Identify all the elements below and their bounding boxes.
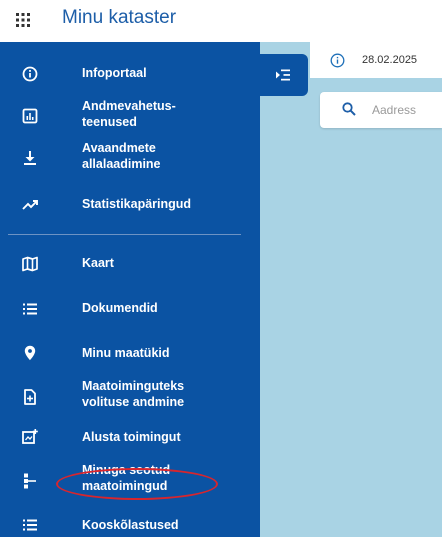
- sidebar-divider: [8, 234, 241, 235]
- download-icon: [21, 149, 39, 167]
- sidebar-item-label-line2: allalaadimine: [82, 157, 161, 171]
- sidebar: Infoportaal Andmevahetus- teenused Avaan…: [0, 42, 260, 537]
- info-bar: 28.02.2025: [310, 42, 442, 78]
- screen-plus-icon: [21, 428, 39, 446]
- sidebar-item-label: Infoportaal: [82, 66, 147, 80]
- sidebar-item-label-line1: Maatoiminguteks: [82, 379, 185, 393]
- sidebar-item-alusta-toimingut[interactable]: Alusta toimingut: [0, 423, 260, 451]
- document-plus-icon: [21, 388, 39, 406]
- chart-box-icon: [21, 107, 39, 125]
- search-box[interactable]: [320, 92, 442, 128]
- top-bar: Minu kataster: [0, 0, 442, 40]
- sidebar-item-dokumendid[interactable]: Dokumendid: [0, 295, 260, 323]
- sidebar-item-volituse-andmine[interactable]: Maatoiminguteks volituse andmine: [0, 376, 260, 416]
- sidebar-item-label: Statistikapäringud: [82, 197, 192, 211]
- sidebar-item-label: Kaart: [82, 256, 114, 270]
- search-input[interactable]: [372, 100, 442, 120]
- sidebar-item-kaart[interactable]: Kaart: [0, 249, 260, 277]
- app-title[interactable]: Minu kataster: [62, 7, 176, 29]
- sidebar-item-label-line2: teenused: [82, 115, 137, 129]
- sidebar-item-label: Minu maatükid: [82, 346, 170, 360]
- sidebar-item-label-line1: Andmevahetus-: [82, 99, 176, 113]
- sidebar-item-label: Dokumendid: [82, 301, 158, 315]
- highlight-annotation: [56, 468, 218, 500]
- sidebar-item-label: Kooskõlastused: [82, 518, 179, 532]
- info-date: 28.02.2025: [362, 54, 418, 66]
- sidebar-item-andmevahetusteenused[interactable]: Andmevahetus- teenused: [0, 95, 260, 135]
- search-icon[interactable]: [342, 102, 356, 116]
- sidebar-item-avaandmete-allalaadimine[interactable]: Avaandmete allalaadimine: [0, 138, 260, 178]
- info-circle-icon[interactable]: [330, 53, 345, 68]
- sidebar-item-label: Alusta toimingut: [82, 430, 181, 444]
- sidebar-item-infoportaal[interactable]: Infoportaal: [0, 58, 260, 88]
- grid-icon[interactable]: [16, 13, 30, 27]
- tree-structure-icon: [21, 472, 39, 490]
- list-icon: [21, 516, 39, 534]
- collapse-menu-icon: [276, 69, 290, 81]
- location-pin-icon: [21, 344, 39, 362]
- sidebar-item-kooskolastused[interactable]: Kooskõlastused: [0, 512, 260, 537]
- sidebar-toggle-button[interactable]: [260, 54, 308, 96]
- info-circle-icon: [21, 65, 39, 83]
- sidebar-item-minu-maatukid[interactable]: Minu maatükid: [0, 339, 260, 367]
- sidebar-item-label-line2: volituse andmine: [82, 395, 185, 409]
- list-icon: [21, 300, 39, 318]
- sidebar-item-statistikaparingud[interactable]: Statistikapäringud: [0, 190, 260, 218]
- sidebar-item-label-line1: Avaandmete: [82, 141, 156, 155]
- map-icon: [21, 255, 39, 273]
- trending-up-icon: [21, 196, 39, 214]
